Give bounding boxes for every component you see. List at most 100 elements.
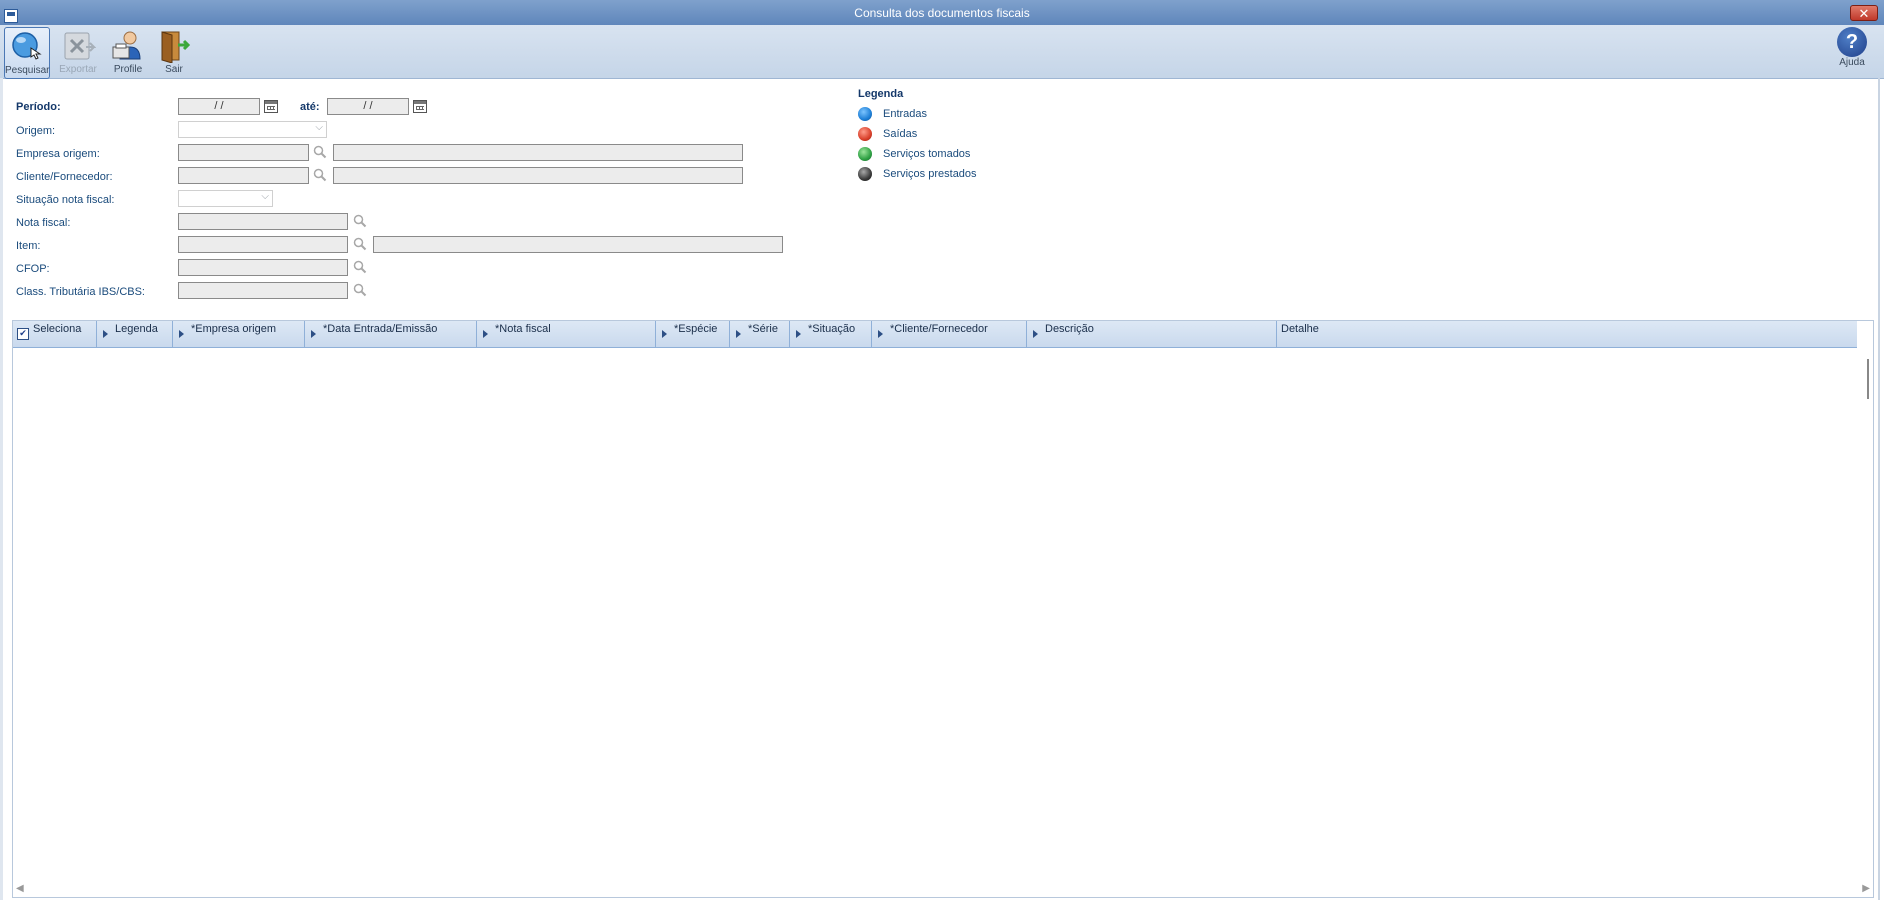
- column-header-detail[interactable]: Detalhe: [1277, 321, 1857, 347]
- title-bar: Consulta dos documentos fiscais ✕: [0, 0, 1884, 25]
- column-header-invoice[interactable]: *Nota fiscal: [477, 321, 656, 347]
- magnifier-icon[interactable]: [353, 214, 367, 228]
- magnifier-icon[interactable]: [353, 283, 367, 297]
- calendar-icon[interactable]: [413, 100, 427, 113]
- expand-arrow-icon: [103, 330, 108, 338]
- magnifier-icon[interactable]: [353, 237, 367, 251]
- tax-class-label: Class. Tributária IBS/CBS:: [16, 286, 145, 298]
- column-header-species[interactable]: *Espécie: [656, 321, 730, 347]
- client-supplier-name-field[interactable]: [333, 167, 743, 184]
- legend-item-label: Entradas: [883, 108, 928, 120]
- column-header-client-supplier[interactable]: *Cliente/Fornecedor: [872, 321, 1027, 347]
- client-supplier-code-field[interactable]: [178, 167, 309, 184]
- scrollbar-thumb[interactable]: [1867, 359, 1869, 399]
- profile-button-label: Profile: [113, 64, 143, 75]
- magnifier-icon[interactable]: [313, 145, 327, 159]
- search-button[interactable]: Pesquisar: [4, 27, 50, 79]
- expand-arrow-icon: [796, 330, 801, 338]
- invoice-label: Nota fiscal:: [16, 217, 71, 229]
- scroll-left-arrow-icon[interactable]: ◀: [16, 883, 24, 894]
- close-button[interactable]: ✕: [1850, 5, 1878, 21]
- cfop-label: CFOP:: [16, 263, 50, 275]
- toolbar: Pesquisar Exportar Profile Sair: [0, 25, 1884, 79]
- legend-title: Legenda: [858, 88, 904, 100]
- export-button[interactable]: Exportar: [55, 27, 101, 79]
- calendar-icon[interactable]: [264, 100, 278, 113]
- magnifier-icon[interactable]: [313, 168, 327, 182]
- expand-arrow-icon: [179, 330, 184, 338]
- column-label: *Empresa origem: [191, 323, 276, 335]
- window-title: Consulta dos documentos fiscais: [854, 6, 1030, 20]
- black-dot-icon: [858, 167, 872, 181]
- period-from-field[interactable]: / /: [178, 98, 260, 115]
- company-origin-code-field[interactable]: [178, 144, 309, 161]
- column-label: *Espécie: [674, 323, 718, 335]
- legend-item: Entradas: [858, 106, 927, 126]
- period-label: Período:: [16, 101, 61, 113]
- search-icon: [12, 32, 42, 60]
- exit-button[interactable]: Sair: [151, 27, 197, 79]
- column-header-series[interactable]: *Série: [730, 321, 790, 347]
- blue-dot-icon: [858, 107, 872, 121]
- column-label: *Cliente/Fornecedor: [890, 323, 988, 335]
- cfop-field[interactable]: [178, 259, 348, 276]
- expand-arrow-icon: [878, 330, 883, 338]
- exit-button-label: Sair: [165, 64, 183, 75]
- expand-arrow-icon: [483, 330, 488, 338]
- invoice-status-label: Situação nota fiscal:: [16, 194, 115, 206]
- column-label: *Nota fiscal: [495, 323, 551, 335]
- profile-icon: [112, 31, 141, 60]
- chevron-down-icon: ⌵: [315, 122, 323, 133]
- red-dot-icon: [858, 127, 872, 141]
- company-origin-name-field[interactable]: [333, 144, 743, 161]
- column-label: *Série: [748, 323, 778, 335]
- invoice-status-select[interactable]: ⌵: [178, 190, 273, 207]
- documents-grid: ✔ Seleciona Legenda *Empresa origem *Dat…: [12, 320, 1874, 898]
- column-header-select[interactable]: ✔ Seleciona: [13, 321, 97, 347]
- company-origin-label: Empresa origem:: [16, 148, 100, 160]
- left-border: [0, 78, 3, 900]
- magnifier-icon[interactable]: [353, 260, 367, 274]
- search-button-label: Pesquisar: [5, 65, 50, 76]
- column-header-status[interactable]: *Situação: [790, 321, 872, 347]
- column-label: *Data Entrada/Emissão: [323, 323, 438, 335]
- column-header-company-origin[interactable]: *Empresa origem: [173, 321, 305, 347]
- origin-label: Origem:: [16, 125, 56, 137]
- column-header-date[interactable]: *Data Entrada/Emissão: [305, 321, 477, 347]
- scroll-right-arrow-icon[interactable]: ▶: [1862, 883, 1870, 894]
- export-button-label: Exportar: [59, 64, 97, 75]
- column-label: *Situação: [808, 323, 856, 335]
- profile-button[interactable]: Profile: [105, 27, 151, 79]
- right-border: [1878, 78, 1880, 900]
- column-header-description[interactable]: Descrição: [1027, 321, 1277, 347]
- expand-arrow-icon: [736, 330, 741, 338]
- item-name-field[interactable]: [373, 236, 783, 253]
- invoice-field[interactable]: [178, 213, 348, 230]
- expand-arrow-icon: [1033, 330, 1038, 338]
- legend-item-label: Serviços prestados: [883, 168, 977, 180]
- chevron-down-icon: ⌵: [261, 191, 269, 202]
- tax-class-field[interactable]: [178, 282, 348, 299]
- column-header-legend[interactable]: Legenda: [97, 321, 173, 347]
- column-label: Descrição: [1045, 323, 1094, 335]
- help-icon: ?: [1837, 27, 1867, 57]
- help-button-label: Ajuda: [1839, 57, 1865, 68]
- legend-item: Saídas: [858, 126, 917, 146]
- exit-door-icon: [161, 31, 191, 63]
- item-code-field[interactable]: [178, 236, 348, 253]
- column-label: Detalhe: [1281, 323, 1319, 335]
- legend-item: Serviços prestados: [858, 166, 977, 186]
- legend-item: Serviços tomados: [858, 146, 970, 166]
- item-label: Item:: [16, 240, 41, 252]
- help-button[interactable]: ? Ajuda: [1832, 27, 1872, 68]
- legend-item-label: Saídas: [883, 128, 918, 140]
- origin-select[interactable]: ⌵: [178, 121, 327, 138]
- column-label: Legenda: [115, 323, 158, 335]
- vertical-scrollbar[interactable]: [1857, 347, 1873, 881]
- period-to-field[interactable]: / /: [327, 98, 409, 115]
- select-all-checkbox[interactable]: ✔: [17, 328, 29, 340]
- horizontal-scrollbar[interactable]: ◀ ▶: [13, 881, 1873, 897]
- green-dot-icon: [858, 147, 872, 161]
- legend-item-label: Serviços tomados: [883, 148, 971, 160]
- client-supplier-label: Cliente/Fornecedor:: [16, 171, 113, 183]
